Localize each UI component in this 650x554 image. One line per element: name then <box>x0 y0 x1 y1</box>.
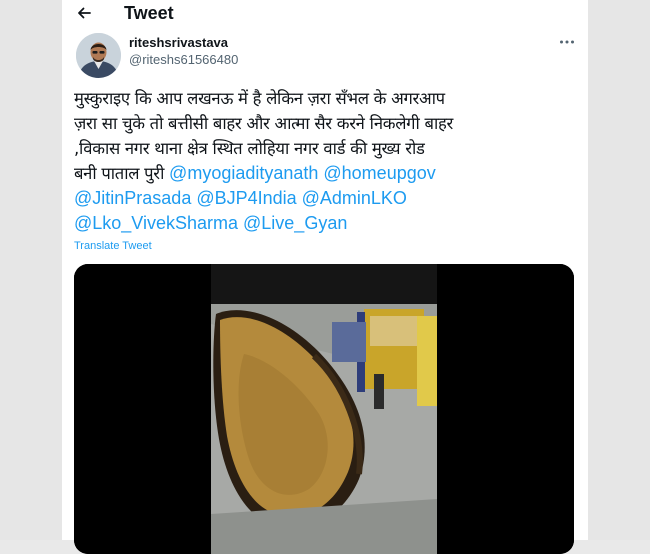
tweet-header: Tweet <box>62 0 588 28</box>
tweet-text-fragment: बनी पाताल पुरी <box>74 164 170 183</box>
video-frame <box>74 264 574 554</box>
mention-link[interactable]: @Lko_VivekSharma <box>74 213 238 233</box>
mention-link[interactable]: @BJP4India <box>196 188 296 208</box>
tweet-text-line: @Lko_VivekSharma @Live_Gyan <box>74 211 584 236</box>
translate-tweet-link[interactable]: Translate Tweet <box>74 240 152 252</box>
tweet-video[interactable] <box>74 264 574 554</box>
page-margin-right <box>588 0 650 540</box>
tweet-text-line: बनी पाताल पुरी @myogiadityanath @homeupg… <box>74 161 584 186</box>
tweet-text-line: ,विकास नगर थाना क्षेत्र स्थित लोहिया नगर… <box>74 139 425 158</box>
author-display-name[interactable]: riteshsrivastava <box>129 35 228 50</box>
mention-link[interactable]: @homeupgov <box>323 163 435 183</box>
tweet-text-line: @JitinPrasada @BJP4India @AdminLKO <box>74 186 584 211</box>
author-handle[interactable]: @riteshs61566480 <box>129 52 238 67</box>
arrow-left-icon <box>78 7 91 19</box>
mention-link[interactable]: @Live_Gyan <box>243 213 347 233</box>
page-margin-left <box>0 0 62 540</box>
more-horizontal-icon <box>560 40 574 44</box>
mention-link[interactable]: @JitinPrasada <box>74 188 191 208</box>
tweet-text: मुस्कुराइए कि आप लखनऊ में है लेकिन ज़रा … <box>74 86 584 236</box>
tweet-panel: Tweet riteshsrivastava @riteshs61566480 … <box>62 0 588 554</box>
avatar[interactable] <box>76 33 121 78</box>
mention-link[interactable]: @myogiadityanath <box>169 163 318 183</box>
back-button[interactable] <box>74 3 94 23</box>
tweet-text-line: ज़रा सा चुके तो बत्तीसी बाहर और आत्मा सै… <box>74 114 453 133</box>
tweet-text-line: मुस्कुराइए कि आप लखनऊ में है लेकिन ज़रा … <box>74 89 445 108</box>
page-title: Tweet <box>124 3 174 23</box>
mention-link[interactable]: @AdminLKO <box>302 188 407 208</box>
more-options-button[interactable] <box>556 33 578 51</box>
avatar-image <box>76 33 121 78</box>
